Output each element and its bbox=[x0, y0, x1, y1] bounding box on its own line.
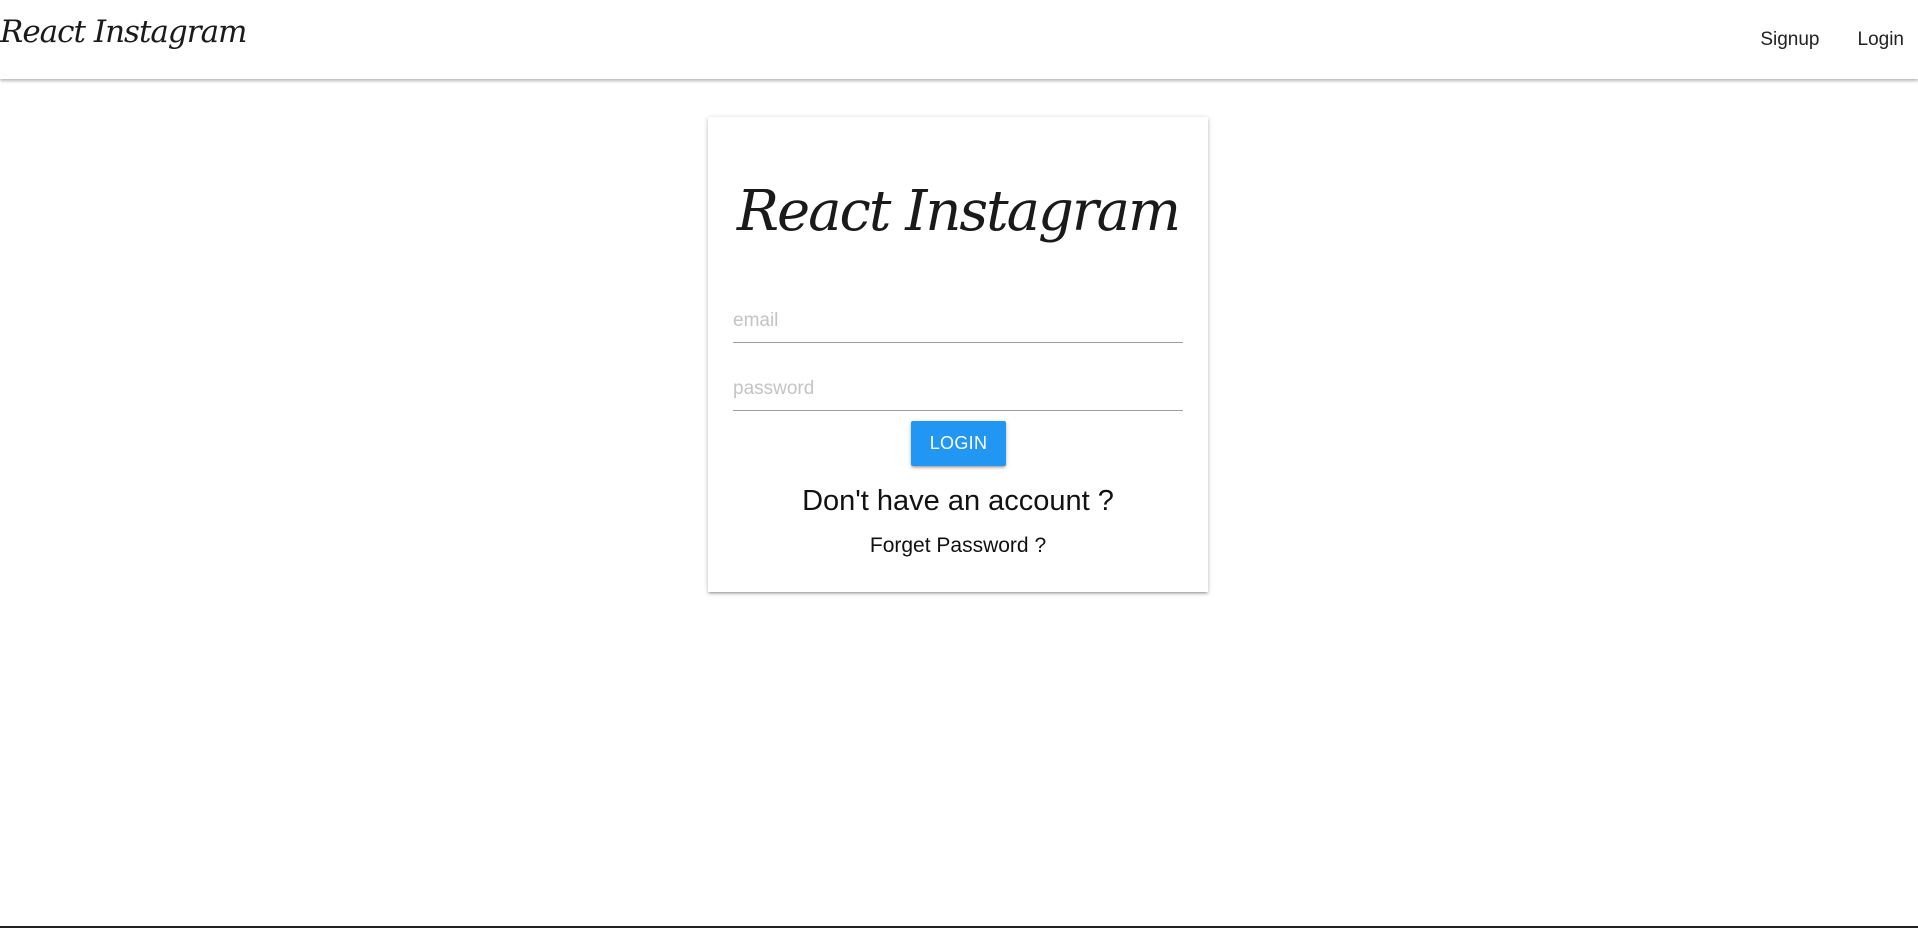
password-input[interactable] bbox=[733, 367, 1183, 411]
top-navbar: React Instagram Signup Login bbox=[0, 0, 1918, 79]
card-title: React Instagram bbox=[736, 179, 1181, 244]
nav-login-link[interactable]: Login bbox=[1839, 0, 1918, 79]
email-input[interactable] bbox=[733, 299, 1183, 343]
login-card: React Instagram LOGIN Don't have an acco… bbox=[708, 117, 1208, 592]
brand-logo[interactable]: React Instagram bbox=[0, 14, 247, 50]
signup-prompt-link[interactable]: Don't have an account ? bbox=[708, 485, 1208, 518]
forgot-password-link[interactable]: Forget Password ? bbox=[708, 534, 1208, 558]
nav-signup-link[interactable]: Signup bbox=[1741, 0, 1838, 79]
nav-links: Signup Login bbox=[1741, 0, 1918, 79]
login-button[interactable]: LOGIN bbox=[911, 421, 1006, 466]
